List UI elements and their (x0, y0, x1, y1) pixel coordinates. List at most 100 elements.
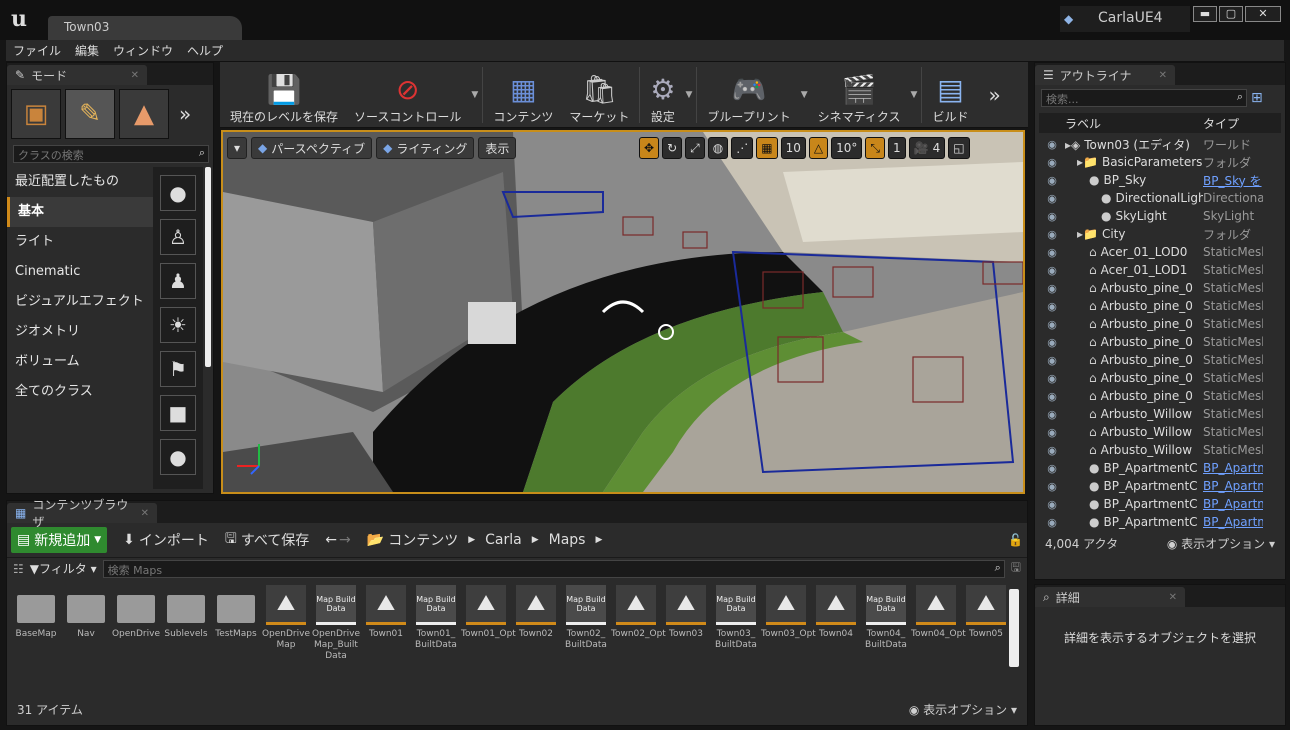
level-viewport[interactable]: ▾ ◆ パースペクティブ ◆ ライティング 表示 ✥ ↻ ⤢ ◍ ⋰ ▦ 10 △ … (221, 130, 1025, 494)
asset-tile[interactable]: Map Build Data Town02_ BuiltData (561, 585, 611, 662)
asset-tile[interactable]: Map Build Data OpenDrive Map_Built Data (311, 585, 361, 662)
column-type[interactable]: タイプ (1203, 115, 1263, 132)
close-icon[interactable]: ✕ (141, 508, 149, 519)
outliner-view-options[interactable]: ◉ 表示オプション ▾ (1167, 535, 1275, 552)
category-cinematic[interactable]: Cinematic (7, 257, 153, 287)
visibility-eye-icon[interactable]: ◉ (1039, 210, 1065, 223)
history-back-button[interactable]: ← (325, 532, 337, 548)
asset-search-input[interactable]: 検索 Maps ⌕ (102, 559, 1005, 578)
visibility-eye-icon[interactable]: ◉ (1039, 426, 1065, 439)
point-light-icon[interactable]: ☀ (160, 307, 196, 343)
rotation-snap-toggle[interactable]: △ (808, 137, 829, 159)
visibility-eye-icon[interactable]: ◉ (1039, 390, 1065, 403)
visibility-eye-icon[interactable]: ◉ (1039, 192, 1065, 205)
level-tab[interactable]: Town03 (48, 16, 242, 40)
viewport-menu-button[interactable]: ▾ (227, 137, 248, 159)
outliner-row[interactable]: ◉ ⌂ Arbusto_Willow StaticMesh (1039, 441, 1281, 459)
asset-tile[interactable]: Sublevels (161, 585, 211, 662)
more-modes-icon[interactable]: » (179, 102, 191, 126)
visibility-eye-icon[interactable]: ◉ (1039, 282, 1065, 295)
outliner-row[interactable]: ◉ ⌂ Arbusto_pine_0 StaticMesh (1039, 297, 1281, 315)
asset-scrollbar[interactable] (1009, 589, 1019, 667)
outliner-row[interactable]: ◉ ⌂ Arbusto_pine_0 StaticMesh (1039, 333, 1281, 351)
outliner-row[interactable]: ◉ ⌂ Acer_01_LOD1 StaticMesh (1039, 261, 1281, 279)
outliner-search-input[interactable]: 検索... ⌕ (1041, 89, 1247, 107)
outliner-row[interactable]: ◉ ● BP_ApartmentC BP_Apartm (1039, 513, 1281, 531)
outliner-row-type[interactable]: BP_Sky を (1203, 172, 1263, 189)
modes-scrollbar[interactable] (205, 167, 211, 367)
close-button[interactable]: ✕ (1245, 6, 1281, 22)
save-search-icon[interactable]: 🖫 (1011, 558, 1021, 579)
outliner-row-type[interactable]: BP_Apartm (1203, 461, 1263, 475)
outliner-row[interactable]: ◉ ● BP_ApartmentC BP_Apartm (1039, 477, 1281, 495)
show-button[interactable]: 表示 (478, 137, 517, 159)
category-volumes[interactable]: ボリューム (7, 347, 153, 377)
tab-details[interactable]: ⌕ 詳細 ✕ (1035, 587, 1185, 607)
outliner-row[interactable]: ◉ ▸📁 City フォルダ (1039, 225, 1281, 243)
outliner-row-type[interactable]: BP_Apartm (1203, 497, 1263, 511)
marketplace-button[interactable]: 🛍 マーケット (563, 65, 635, 125)
asset-tile[interactable]: ⛰ Town03 (661, 585, 711, 662)
asset-tile[interactable]: ⛰ OpenDrive Map (261, 585, 311, 662)
cube-icon[interactable]: ■ (160, 395, 196, 431)
paint-mode-button[interactable]: ✎ (65, 89, 115, 139)
visibility-eye-icon[interactable]: ◉ (1039, 300, 1065, 313)
add-folder-icon[interactable]: ⊞ (1251, 90, 1263, 106)
asset-tile[interactable]: ⛰ Town02 (511, 585, 561, 662)
asset-tile[interactable]: Map Build Data Town03_ BuiltData (711, 585, 761, 662)
asset-tile[interactable]: BaseMap (11, 585, 61, 662)
more-toolbar-icon[interactable]: » (988, 83, 1000, 107)
outliner-row-type[interactable]: BP_Apartm (1203, 479, 1263, 493)
asset-tile[interactable]: ⛰ Town01 (361, 585, 411, 662)
outliner-row[interactable]: ◉ ⌂ Arbusto_Willow StaticMesh (1039, 423, 1281, 441)
content-button[interactable]: ▦ コンテンツ (487, 65, 559, 125)
add-new-button[interactable]: ▤ 新規追加 ▼ (11, 527, 108, 553)
character-icon[interactable]: ♙ (160, 219, 196, 255)
visibility-eye-icon[interactable]: ◉ (1039, 336, 1065, 349)
chevron-down-icon[interactable]: ▼ (685, 90, 692, 100)
outliner-row[interactable]: ◉ ● BP_ApartmentC BP_Apartm (1039, 495, 1281, 513)
menu-window[interactable]: ウィンドウ (106, 40, 180, 61)
scale-snap-toggle[interactable]: ⤡ (865, 137, 885, 159)
outliner-row[interactable]: ◉ ⌂ Arbusto_Willow StaticMesh (1039, 405, 1281, 423)
place-mode-button[interactable]: ▣ (11, 89, 61, 139)
outliner-row[interactable]: ◉ ● DirectionalLight Directional (1039, 189, 1281, 207)
category-recent[interactable]: 最近配置したもの (7, 167, 153, 197)
save-level-button[interactable]: 💾 現在のレベルを保存 (224, 65, 344, 125)
tab-modes[interactable]: ✎ モード ✕ (7, 65, 147, 85)
visibility-eye-icon[interactable]: ◉ (1039, 156, 1065, 169)
outliner-row[interactable]: ◉ ● SkyLight SkyLight (1039, 207, 1281, 225)
lock-icon[interactable]: 🔓 (1008, 533, 1023, 547)
outliner-row[interactable]: ◉ ▸📁 BasicParameters フォルダ (1039, 153, 1281, 171)
rotate-tool[interactable]: ↻ (662, 137, 683, 159)
category-all-classes[interactable]: 全てのクラス (7, 377, 153, 407)
asset-tile[interactable]: Map Build Data Town04_ BuiltData (861, 585, 911, 662)
class-search-input[interactable]: クラスの検索 ⌕ (13, 145, 209, 163)
breadcrumb-carla[interactable]: Carla (485, 532, 522, 548)
close-icon[interactable]: ✕ (1159, 70, 1167, 81)
lighting-button[interactable]: ◆ ライティング (376, 137, 475, 159)
outliner-row[interactable]: ◉ ● BP_ApartmentC BP_Apartm (1039, 459, 1281, 477)
player-start-icon[interactable]: ⚑ (160, 351, 196, 387)
category-lights[interactable]: ライト (7, 227, 153, 257)
import-button[interactable]: ⬇ インポート (123, 530, 209, 550)
perspective-button[interactable]: ◆ パースペクティブ (251, 137, 373, 159)
visibility-eye-icon[interactable]: ◉ (1039, 246, 1065, 259)
close-icon[interactable]: ✕ (131, 70, 139, 81)
grid-snap-value[interactable]: 10 (780, 137, 806, 159)
asset-tile[interactable]: ⛰ Town05 (961, 585, 1011, 662)
asset-tile[interactable]: ⛰ Town04_Opt (911, 585, 966, 662)
close-icon[interactable]: ✕ (1169, 592, 1177, 603)
category-basic[interactable]: 基本 (7, 197, 153, 227)
outliner-row-type[interactable]: BP_Apartm (1203, 515, 1263, 529)
breadcrumb-maps[interactable]: Maps (549, 532, 586, 548)
visibility-eye-icon[interactable]: ◉ (1039, 174, 1065, 187)
camera-speed[interactable]: 🎥 4 (908, 137, 946, 159)
asset-tile[interactable]: ⛰ Town01_Opt (461, 585, 516, 662)
category-geometry[interactable]: ジオメトリ (7, 317, 153, 347)
outliner-row[interactable]: ◉ ⌂ Arbusto_pine_0 StaticMesh (1039, 315, 1281, 333)
visibility-eye-icon[interactable]: ◉ (1039, 480, 1065, 493)
tab-outliner[interactable]: ☰ アウトライナ ✕ (1035, 65, 1175, 85)
translate-tool[interactable]: ✥ (639, 137, 660, 159)
visibility-eye-icon[interactable]: ◉ (1039, 228, 1065, 241)
